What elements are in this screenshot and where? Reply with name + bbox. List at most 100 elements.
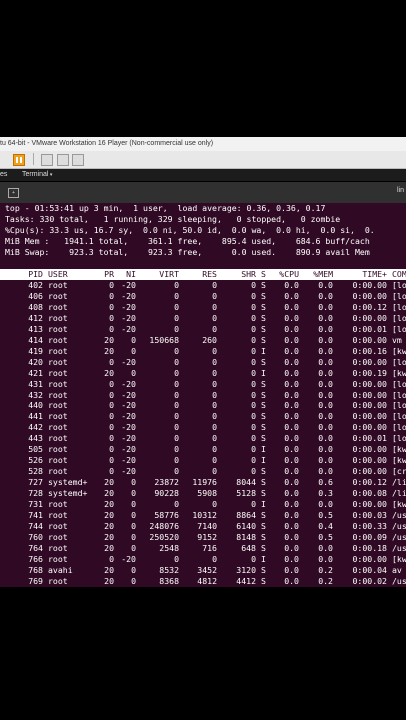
cell-pid: 414 [28,334,43,345]
cell-user: avahi [48,564,73,575]
col-time: TIME+ [362,269,387,279]
cell-mem: 0.5 [318,509,333,520]
cell-ni: -20 [121,400,136,411]
cell-pr: 0 [109,312,114,323]
cell-state: S [261,280,266,290]
cell-shr: 8864 [236,509,256,520]
cell-res: 10312 [192,509,217,520]
cell-mem: 0.0 [318,378,333,389]
cell-virt: 0 [174,466,179,477]
cell-ni: 0 [131,334,136,345]
cell-cpu: 0.0 [284,477,299,488]
summary-line: MiB Swap: 923.3 total, 923.3 free, 0.0 u… [5,247,370,257]
cell-state: S [261,509,266,520]
cell-ni: -20 [121,389,136,400]
unity-icon[interactable] [72,154,84,166]
process-row: 432 root 0 -20 0 0 0 S 0.0 0.0 0:00.00 [lo [0,390,406,401]
cell-virt: 0 [174,378,179,389]
cell-pid: 431 [28,378,43,389]
col-cpu: %CPU [279,269,299,279]
app-menu-terminal[interactable]: Terminal [22,169,52,181]
cell-mem: 0.0 [318,455,333,466]
send-ctrl-alt-del-icon[interactable] [41,154,53,166]
cell-shr: 6140 [236,520,256,531]
process-row: 421 root 20 0 0 0 0 I 0.0 0.0 0:00.19 [kw [0,368,406,379]
gnome-top-bar: es Terminal [0,169,406,181]
cell-cpu: 0.0 [284,411,299,422]
cell-res: 0 [212,422,217,433]
cell-user: root [48,400,68,411]
cell-time: 0:00.00 [352,455,387,466]
cell-user: root [48,345,68,356]
new-tab-icon[interactable]: + [8,188,19,198]
cell-virt: 248076 [149,520,179,531]
cell-mem: 0.0 [318,367,333,378]
cell-state: I [261,444,266,455]
cell-virt: 250520 [149,531,179,542]
cell-ni: -20 [121,411,136,422]
toolbar-separator [33,153,34,165]
cell-pid: 442 [28,422,43,433]
cell-pr: 20 [104,531,114,542]
terminal-scrollbar[interactable] [399,203,406,587]
cell-virt: 0 [174,367,179,378]
cell-mem: 0.0 [318,290,333,301]
cell-res: 9152 [197,531,217,542]
fullscreen-icon[interactable] [57,154,69,166]
cell-time: 0:00.00 [352,499,387,509]
cell-pr: 0 [109,400,114,411]
cell-mem: 0.0 [318,334,333,345]
cell-res: 260 [202,334,217,345]
cell-time: 0:00.00 [352,312,387,323]
process-row: 760 root 20 0 250520 9152 8148 S 0.0 0.5 0:00.09/u… [0,532,406,543]
summary-line: Tasks: 330 total, 1 running, 329 sleepin… [5,214,341,224]
cell-pr: 20 [104,367,114,378]
cell-mem: 0.0 [318,499,333,509]
cell-cpu: 0.0 [284,334,299,345]
cell-virt: 8368 [159,575,179,586]
cell-time: 0:00.18 [352,542,387,553]
cell-mem: 0.0 [318,280,333,290]
cell-ni: 0 [131,499,136,509]
col-user: USER [48,269,68,279]
cell-pid: 505 [28,444,43,455]
cell-user: root [48,509,68,520]
cell-virt: 0 [174,422,179,433]
cell-cpu: 0.0 [284,400,299,411]
cell-ni: -20 [121,455,136,466]
cell-cpu: 0.0 [284,455,299,466]
process-row: 728 systemd+ 20 0 90228 5908 5128 S 0.0 0.3 0:00.0… [0,488,406,499]
cell-pid: 440 [28,400,43,411]
cell-time: 0:00.00 [352,334,387,345]
cell-shr: 0 [251,444,256,455]
cell-user: root [48,389,68,400]
cell-res: 0 [212,280,217,290]
cell-virt: 0 [174,280,179,290]
col-mem: %MEM [313,269,333,279]
cell-virt: 0 [174,389,179,400]
cell-cpu: 0.0 [284,553,299,564]
cell-time: 0:00.03 [352,509,387,520]
cell-state: S [261,312,266,323]
cell-mem: 0.0 [318,466,333,477]
cell-shr: 0 [251,553,256,564]
cell-res: 0 [212,466,217,477]
cell-shr: 648 [241,542,256,553]
cell-virt: 90228 [154,488,179,499]
cell-mem: 0.0 [318,345,333,356]
terminal-output[interactable]: top - 01:53:41 up 3 min, 1 user, load av… [0,203,406,587]
cell-cpu: 0.0 [284,422,299,433]
pause-icon[interactable] [13,154,25,166]
cell-time: 0:00.00 [352,280,387,290]
cell-res: 0 [212,499,217,509]
cell-res: 0 [212,312,217,323]
cell-state: S [261,564,266,575]
cell-res: 0 [212,356,217,367]
activities-button[interactable]: es [0,169,7,181]
cell-cpu: 0.0 [284,520,299,531]
cell-user: root [48,433,68,444]
cell-cpu: 0.0 [284,367,299,378]
cell-mem: 0.0 [318,301,333,312]
cell-ni: 0 [131,367,136,378]
cell-pr: 20 [104,509,114,520]
